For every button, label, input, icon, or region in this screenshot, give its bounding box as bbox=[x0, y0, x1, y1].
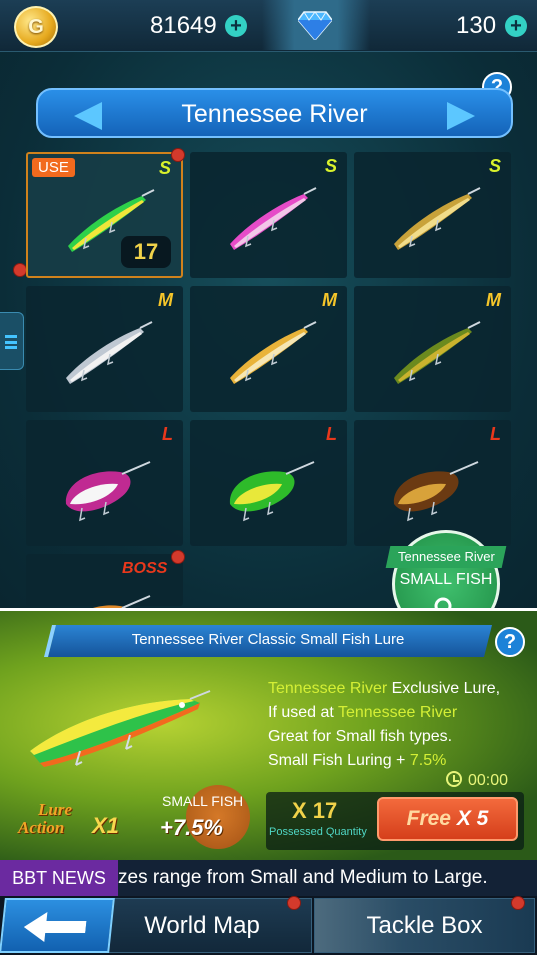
lure-selection-panel: ? Tennessee River S USE 17 S S M M M L L L BOSS Ten… bbox=[0, 52, 537, 656]
new-lure-dot bbox=[171, 550, 185, 564]
side-menu-tab[interactable] bbox=[0, 312, 24, 370]
detail-help-button[interactable]: ? bbox=[495, 627, 525, 657]
currency-bar: G 81649 + 130 + bbox=[0, 0, 537, 52]
lure-image bbox=[229, 461, 315, 522]
lure-size-label: L bbox=[162, 424, 173, 444]
lure-size-label: L bbox=[490, 424, 501, 444]
possessed-count: X 17 bbox=[292, 798, 338, 823]
world-map-notification-dot bbox=[287, 896, 301, 910]
world-map-button[interactable]: World Map bbox=[92, 898, 312, 953]
lure-slot[interactable]: M bbox=[26, 286, 183, 412]
bonus-value: +7.5% bbox=[160, 815, 223, 840]
coin-count: 81649 bbox=[150, 12, 217, 39]
use-badge: USE bbox=[32, 158, 75, 177]
notification-dot bbox=[13, 263, 27, 277]
add-gems-button[interactable]: + bbox=[505, 15, 527, 37]
free-lure-button[interactable]: Free X 5 bbox=[377, 797, 518, 841]
menu-icon bbox=[5, 335, 17, 349]
lure-action-label: Lure Action bbox=[18, 800, 72, 837]
add-coins-button[interactable]: + bbox=[225, 15, 247, 37]
lure-quantity-badge: 17 bbox=[121, 236, 171, 268]
lure-image bbox=[66, 321, 153, 384]
tackle-box-button[interactable]: Tackle Box bbox=[314, 898, 535, 953]
lure-size-label: M bbox=[158, 290, 173, 310]
lure-image bbox=[393, 461, 479, 522]
lure-slot[interactable]: L bbox=[26, 420, 183, 546]
lure-title: Tennessee River Classic Small Fish Lure bbox=[131, 631, 405, 648]
bonus-label: SMALL FISH bbox=[162, 793, 244, 809]
gem-count: 130 bbox=[456, 12, 497, 39]
lure-description: Tennessee River Exclusive Lure, If used … bbox=[268, 680, 501, 769]
back-button[interactable] bbox=[0, 898, 115, 953]
region-selector: Tennessee River bbox=[36, 88, 513, 138]
filter-region-tag: Tennessee River bbox=[385, 546, 507, 568]
lure-preview-image bbox=[30, 690, 211, 767]
lure-size-label: S bbox=[158, 158, 171, 178]
lure-image bbox=[230, 187, 317, 250]
lure-slot[interactable]: M bbox=[354, 286, 511, 412]
lure-image bbox=[230, 321, 317, 384]
diamond-icon bbox=[298, 11, 332, 40]
bottom-nav: World Map Tackle Box bbox=[0, 896, 537, 955]
lure-slot[interactable]: L bbox=[354, 420, 511, 546]
lure-slot[interactable]: S USE 17 bbox=[26, 152, 183, 278]
lure-slot[interactable]: L bbox=[190, 420, 347, 546]
lure-action-multiplier: X1 bbox=[92, 813, 119, 838]
lure-image bbox=[394, 187, 481, 250]
new-lure-dot bbox=[171, 148, 185, 162]
lure-size-label: M bbox=[322, 290, 337, 310]
possessed-label: Possessed Quantity bbox=[269, 826, 367, 838]
lure-detail-panel: Tennessee River Classic Small Fish Lure … bbox=[0, 608, 537, 860]
gold-coin-icon: G bbox=[14, 6, 58, 48]
lure-image bbox=[65, 461, 151, 522]
lure-size-label: M bbox=[486, 290, 501, 310]
news-text: zes range from Small and Medium to Large… bbox=[118, 867, 488, 888]
lure-size-label: S bbox=[488, 156, 501, 176]
filter-label: SMALL FISH bbox=[399, 571, 493, 588]
region-name: Tennessee River bbox=[181, 100, 368, 128]
lure-slot[interactable]: S bbox=[354, 152, 511, 278]
news-label: BBT NEWS bbox=[0, 860, 118, 896]
next-region-arrow-icon[interactable] bbox=[447, 102, 475, 130]
clock-icon bbox=[446, 771, 462, 787]
lure-size-label: L bbox=[326, 424, 337, 444]
tackle-box-notification-dot bbox=[511, 896, 525, 910]
back-arrow-icon bbox=[23, 912, 87, 942]
lure-size-label: S bbox=[324, 156, 337, 176]
lure-slot[interactable]: S bbox=[190, 152, 347, 278]
lure-image bbox=[394, 321, 481, 384]
news-ticker: BBT NEWS zes range from Small and Medium… bbox=[0, 860, 537, 896]
effect-timer: 00:00 bbox=[446, 771, 508, 790]
lure-slot[interactable]: M bbox=[190, 286, 347, 412]
lure-slot[interactable]: BOSS bbox=[26, 554, 183, 656]
